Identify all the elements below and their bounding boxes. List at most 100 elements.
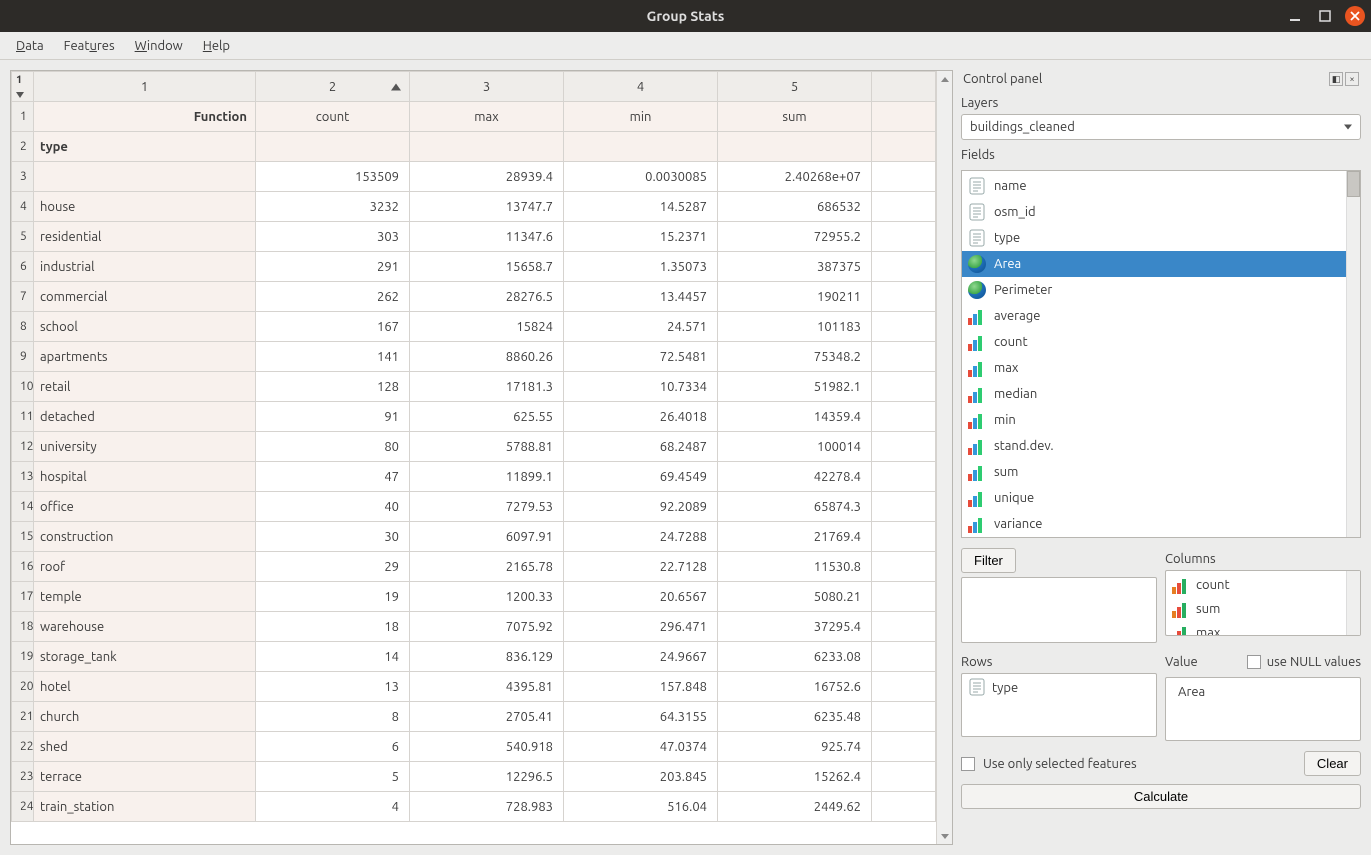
table-row[interactable]: 11detached91625.5526.401814359.4 bbox=[12, 402, 936, 432]
col-header-2[interactable]: 2 bbox=[256, 72, 410, 102]
table-row[interactable]: 8school1671582424.571101183 bbox=[12, 312, 936, 342]
dropbox-item-type[interactable]: type bbox=[964, 676, 1154, 700]
table-row[interactable]: 14office407279.5392.208965874.3 bbox=[12, 492, 936, 522]
table-row[interactable]: 5residential30311347.615.237172955.2 bbox=[12, 222, 936, 252]
minimize-button[interactable] bbox=[1285, 6, 1305, 26]
table-row[interactable]: 13hospital4711899.169.454942278.4 bbox=[12, 462, 936, 492]
table-row[interactable]: 4house323213747.714.5287686532 bbox=[12, 192, 936, 222]
row-header[interactable]: 23 bbox=[12, 762, 34, 792]
field-item-type[interactable]: type bbox=[962, 225, 1346, 251]
table-row[interactable]: 15construction306097.9124.728821769.4 bbox=[12, 522, 936, 552]
table-row[interactable]: 12university805788.8168.2487100014 bbox=[12, 432, 936, 462]
menu-help[interactable]: Help bbox=[193, 35, 240, 57]
close-button[interactable] bbox=[1345, 6, 1365, 26]
field-item-area[interactable]: Area bbox=[962, 251, 1346, 277]
row-header[interactable]: 5 bbox=[12, 222, 34, 252]
panel-close-icon[interactable]: × bbox=[1345, 72, 1359, 86]
field-item-sum[interactable]: sum bbox=[962, 459, 1346, 485]
col-header-3[interactable]: 3 bbox=[410, 72, 564, 102]
dropbox-item-count[interactable]: count bbox=[1168, 573, 1344, 597]
dropbox-item-sum[interactable]: sum bbox=[1168, 597, 1344, 621]
fields-scrollbar[interactable] bbox=[1346, 171, 1360, 537]
field-item-count[interactable]: count bbox=[962, 329, 1346, 355]
columns-dropbox[interactable]: countsummax bbox=[1165, 570, 1361, 636]
row-header[interactable]: 10 bbox=[12, 372, 34, 402]
row-header[interactable]: 16 bbox=[12, 552, 34, 582]
field-item-variance[interactable]: variance bbox=[962, 511, 1346, 537]
field-item-median[interactable]: median bbox=[962, 381, 1346, 407]
filter-dropbox[interactable] bbox=[961, 577, 1157, 643]
value-dropbox[interactable]: Area bbox=[1165, 677, 1361, 741]
row-header[interactable]: 20 bbox=[12, 672, 34, 702]
table-row[interactable]: 9apartments1418860.2672.548175348.2 bbox=[12, 342, 936, 372]
columns-scrollbar[interactable] bbox=[1346, 571, 1360, 635]
field-item-unique[interactable]: unique bbox=[962, 485, 1346, 511]
panel-detach-icon[interactable]: ◧ bbox=[1329, 72, 1343, 86]
table-row[interactable]: 16roof292165.7822.712811530.8 bbox=[12, 552, 936, 582]
row-header[interactable]: 12 bbox=[12, 432, 34, 462]
table-row[interactable]: 10retail12817181.310.733451982.1 bbox=[12, 372, 936, 402]
use-null-checkbox[interactable] bbox=[1247, 655, 1261, 669]
row-header[interactable]: 6 bbox=[12, 252, 34, 282]
table-row[interactable]: 19storage_tank14836.12924.96676233.08 bbox=[12, 642, 936, 672]
clear-button[interactable]: Clear bbox=[1304, 751, 1361, 776]
layers-combo[interactable]: buildings_cleaned bbox=[961, 114, 1361, 140]
col-header-4[interactable]: 4 bbox=[564, 72, 718, 102]
use-selected-checkbox[interactable] bbox=[961, 757, 975, 771]
table-row[interactable]: 7commercial26228276.513.4457190211 bbox=[12, 282, 936, 312]
table-row[interactable]: 23terrace512296.5203.84515262.4 bbox=[12, 762, 936, 792]
scroll-down-icon[interactable] bbox=[937, 828, 952, 844]
field-item-min[interactable]: min bbox=[962, 407, 1346, 433]
maximize-button[interactable] bbox=[1315, 6, 1335, 26]
table-row[interactable]: 315350928939.40.00300852.40268e+07 bbox=[12, 162, 936, 192]
row-header[interactable]: 15 bbox=[12, 522, 34, 552]
col-header-5[interactable]: 5 bbox=[718, 72, 872, 102]
filter-button[interactable]: Filter bbox=[961, 548, 1016, 573]
field-item-osm_id[interactable]: osm_id bbox=[962, 199, 1346, 225]
row-header[interactable]: 8 bbox=[12, 312, 34, 342]
row-header[interactable]: 17 bbox=[12, 582, 34, 612]
field-item-perimeter[interactable]: Perimeter bbox=[962, 277, 1346, 303]
row-header[interactable]: 22 bbox=[12, 732, 34, 762]
table-row[interactable]: 18warehouse187075.92296.47137295.4 bbox=[12, 612, 936, 642]
table-row[interactable]: 21church82705.4164.31556235.48 bbox=[12, 702, 936, 732]
row-header[interactable]: 21 bbox=[12, 702, 34, 732]
calculate-button[interactable]: Calculate bbox=[961, 784, 1361, 809]
table-row[interactable]: 22shed6540.91847.0374925.74 bbox=[12, 732, 936, 762]
col-header-1[interactable]: 1 bbox=[34, 72, 256, 102]
field-item-name[interactable]: name bbox=[962, 173, 1346, 199]
field-item-stand-dev-[interactable]: stand.dev. bbox=[962, 433, 1346, 459]
scroll-thumb[interactable] bbox=[1347, 171, 1360, 197]
menu-features[interactable]: Features bbox=[54, 35, 125, 57]
dropbox-item-area[interactable]: Area bbox=[1168, 680, 1358, 704]
row-header[interactable]: 3 bbox=[12, 162, 34, 192]
row-header[interactable]: 13 bbox=[12, 462, 34, 492]
menu-window[interactable]: Window bbox=[125, 35, 193, 57]
row-header[interactable]: 4 bbox=[12, 192, 34, 222]
scroll-track[interactable] bbox=[937, 87, 952, 828]
row-header[interactable]: 14 bbox=[12, 492, 34, 522]
table-scrollbar[interactable] bbox=[936, 71, 952, 844]
table-row[interactable]: 6industrial29115658.71.35073387375 bbox=[12, 252, 936, 282]
row-header[interactable]: 7 bbox=[12, 282, 34, 312]
results-table[interactable]: 1 1 2 3 4 5 1 Function count max min sum bbox=[11, 71, 936, 822]
scroll-up-icon[interactable] bbox=[937, 71, 952, 87]
table-row[interactable]: 17temple191200.3320.65675080.21 bbox=[12, 582, 936, 612]
field-item-average[interactable]: average bbox=[962, 303, 1346, 329]
cell-min: 64.3155 bbox=[564, 702, 718, 732]
row-header[interactable]: 19 bbox=[12, 642, 34, 672]
row-header[interactable]: 24 bbox=[12, 792, 34, 822]
row-header-2[interactable]: 2 bbox=[12, 132, 34, 162]
row-header[interactable]: 11 bbox=[12, 402, 34, 432]
rows-dropbox[interactable]: type bbox=[961, 673, 1157, 737]
row-header-1[interactable]: 1 bbox=[12, 102, 34, 132]
table-row[interactable]: 20hotel134395.81157.84816752.6 bbox=[12, 672, 936, 702]
dropbox-item-max[interactable]: max bbox=[1168, 621, 1344, 635]
row-header[interactable]: 18 bbox=[12, 612, 34, 642]
menu-data[interactable]: Data bbox=[6, 35, 54, 57]
table-corner[interactable]: 1 bbox=[12, 72, 34, 102]
fields-list[interactable]: nameosm_idtypeAreaPerimeteraveragecountm… bbox=[962, 171, 1346, 537]
table-row[interactable]: 24train_station4728.983516.042449.62 bbox=[12, 792, 936, 822]
field-item-max[interactable]: max bbox=[962, 355, 1346, 381]
row-header[interactable]: 9 bbox=[12, 342, 34, 372]
